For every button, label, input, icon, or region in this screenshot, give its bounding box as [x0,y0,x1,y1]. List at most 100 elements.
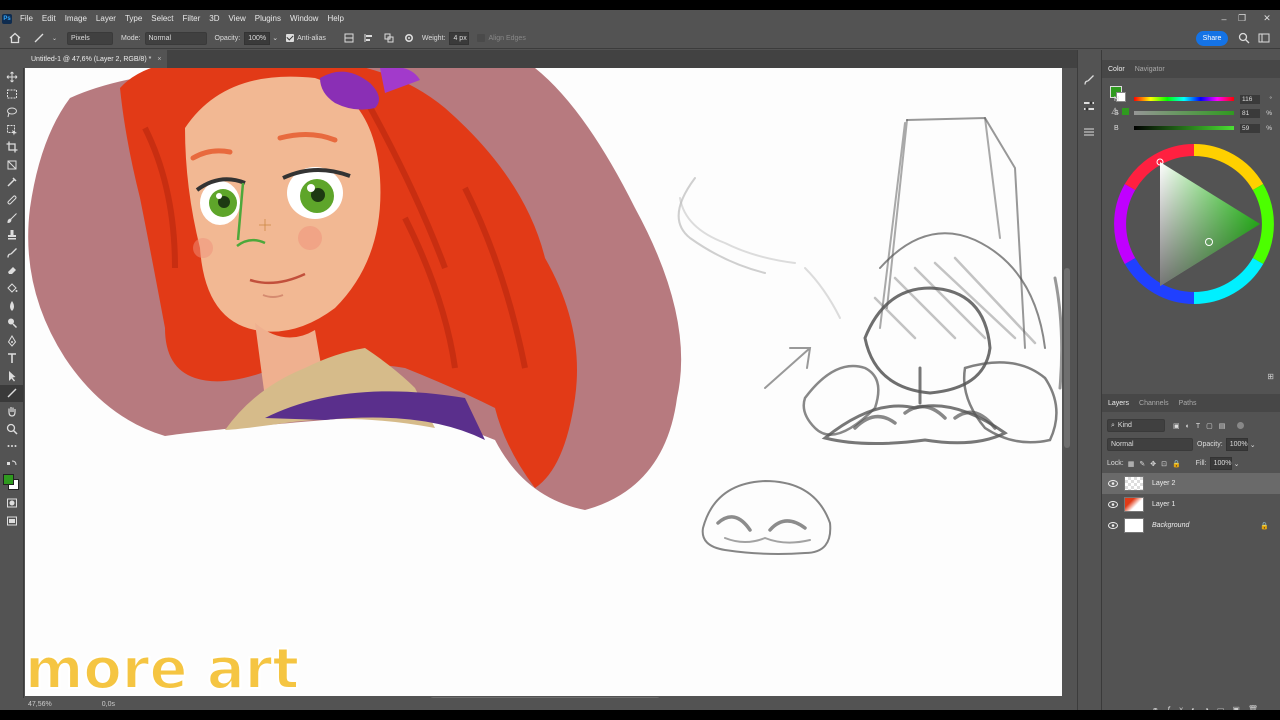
document-tab[interactable]: Untitled-1 @ 47,6% (Layer 2, RGB/8) * × [25,50,168,68]
tab-paths[interactable]: Paths [1179,400,1197,407]
brightness-value[interactable]: 59 [1240,123,1260,133]
chevron-down-icon[interactable]: ⌄ [1234,460,1240,468]
layer-name[interactable]: Background [1152,522,1189,529]
share-button[interactable]: Share [1196,31,1228,46]
pen-tool-icon[interactable] [0,332,24,350]
visibility-eye-icon[interactable] [1102,480,1124,487]
home-icon[interactable] [8,31,22,45]
line-tool-icon[interactable] [0,384,24,403]
color-swatches[interactable] [0,473,23,495]
brush-tool-icon[interactable] [0,209,24,227]
hue-track[interactable] [1134,97,1234,101]
menu-edit[interactable]: Edit [42,14,56,23]
tab-navigator[interactable]: Navigator [1135,66,1165,73]
menu-window[interactable]: Window [290,14,318,23]
fill-input[interactable]: 100% [1209,457,1232,470]
menu-image[interactable]: Image [65,14,87,23]
menu-filter[interactable]: Filter [183,14,201,23]
gear-icon[interactable] [402,31,416,45]
antialias-checkbox[interactable] [286,34,295,42]
clone-stamp-tool-icon[interactable] [0,226,24,244]
source-mode-select[interactable]: Pixels [67,31,114,45]
chevron-down-icon[interactable]: ⌄ [1250,441,1256,449]
color-wheel[interactable] [1110,140,1276,308]
menu-3d[interactable]: 3D [209,14,219,23]
marquee-tool-icon[interactable] [0,86,24,104]
filter-toggle-icon[interactable] [1237,422,1245,429]
brightness-track[interactable] [1134,126,1234,130]
line-tool-preset-icon[interactable] [32,31,46,45]
menu-view[interactable]: View [229,14,246,23]
restore-icon[interactable]: ❐ [1231,10,1253,27]
hue-slider[interactable]: H 116 ° [1114,94,1274,104]
search-icon[interactable] [1238,32,1250,46]
menu-select[interactable]: Select [151,14,173,23]
document-canvas[interactable]: more art [25,68,1062,696]
brush-settings-icon[interactable] [1078,70,1100,90]
chevron-down-icon[interactable]: ⌄ [272,34,278,42]
path-operations-icon[interactable] [342,31,356,45]
saturation-slider[interactable]: S 81 % [1114,108,1274,118]
tab-color[interactable]: Color [1108,66,1125,73]
visibility-eye-icon[interactable] [1102,501,1124,508]
align-edges-checkbox[interactable] [477,34,486,42]
vertical-scrollbar[interactable] [1062,68,1072,696]
layer-filter-select[interactable]: ⌕ Kind [1107,419,1165,432]
tab-layers[interactable]: Layers [1108,400,1129,407]
foreground-color-swatch[interactable] [3,473,14,485]
chevron-down-icon[interactable]: ⌄ [52,35,57,42]
more-tools-icon[interactable] [0,437,24,455]
panel-expand-icon[interactable]: ⊞ [1267,372,1274,381]
layer-opacity-input[interactable]: 100% [1225,438,1248,451]
weight-input[interactable]: 4 px [449,31,470,45]
frame-tool-icon[interactable] [0,156,24,174]
layer-row[interactable]: Layer 1 [1102,494,1280,515]
saturation-track[interactable] [1134,111,1234,115]
layer-actions-bar[interactable]: ⚭ƒx◐◑▭▣🗑 [1152,705,1266,710]
object-select-tool-icon[interactable] [0,121,24,139]
dodge-tool-icon[interactable] [0,314,24,332]
screen-mode-icon[interactable] [0,512,24,530]
paint-bucket-tool-icon[interactable] [0,279,24,297]
adjustments-icon[interactable] [1078,96,1100,116]
eyedropper-tool-icon[interactable] [0,174,24,192]
blend-mode-select[interactable]: Normal [1107,438,1193,451]
layer-name[interactable]: Layer 1 [1152,501,1175,508]
mode-select[interactable]: Normal [144,31,207,45]
lock-icons[interactable]: ▦✎✥⊡🔒 [1128,460,1186,468]
menu-type[interactable]: Type [125,14,142,23]
lasso-tool-icon[interactable] [0,103,24,121]
saturation-value[interactable]: 81 [1240,108,1260,118]
zoom-tool-icon[interactable] [0,420,24,438]
path-alignment-icon[interactable] [362,31,376,45]
hand-tool-icon[interactable] [0,402,24,420]
path-selection-tool-icon[interactable] [0,367,24,385]
history-brush-tool-icon[interactable] [0,244,24,262]
crop-tool-icon[interactable] [0,138,24,156]
type-tool-icon[interactable] [0,350,24,368]
vertical-scroll-thumb[interactable] [1064,268,1070,448]
healing-brush-tool-icon[interactable] [0,191,24,209]
opacity-input[interactable]: 100% [244,31,271,45]
layer-name[interactable]: Layer 2 [1152,480,1175,487]
close-tab-icon[interactable]: × [157,56,161,63]
close-icon[interactable]: ✕ [1256,10,1278,27]
lock-icon[interactable]: 🔒 [1260,522,1269,530]
blur-tool-icon[interactable] [0,297,24,315]
zoom-level[interactable]: 47,56% [28,701,52,708]
menu-file[interactable]: File [20,14,33,23]
brightness-slider[interactable]: B 59 % [1114,123,1274,133]
visibility-eye-icon[interactable] [1102,522,1124,529]
move-tool-icon[interactable] [0,68,24,86]
menu-plugins[interactable]: Plugins [255,14,281,23]
menu-help[interactable]: Help [327,14,343,23]
eraser-tool-icon[interactable] [0,262,24,280]
path-arrangement-icon[interactable] [382,31,396,45]
quick-mask-icon[interactable] [0,495,24,513]
menu-layer[interactable]: Layer [96,14,116,23]
layer-filter-icons[interactable]: ▣◐T▢▤ [1173,422,1231,430]
workspace-icon[interactable] [1258,32,1270,46]
swap-colors-icon[interactable] [0,455,24,473]
layer-row[interactable]: Layer 2 [1102,473,1280,494]
tab-channels[interactable]: Channels [1139,400,1169,407]
